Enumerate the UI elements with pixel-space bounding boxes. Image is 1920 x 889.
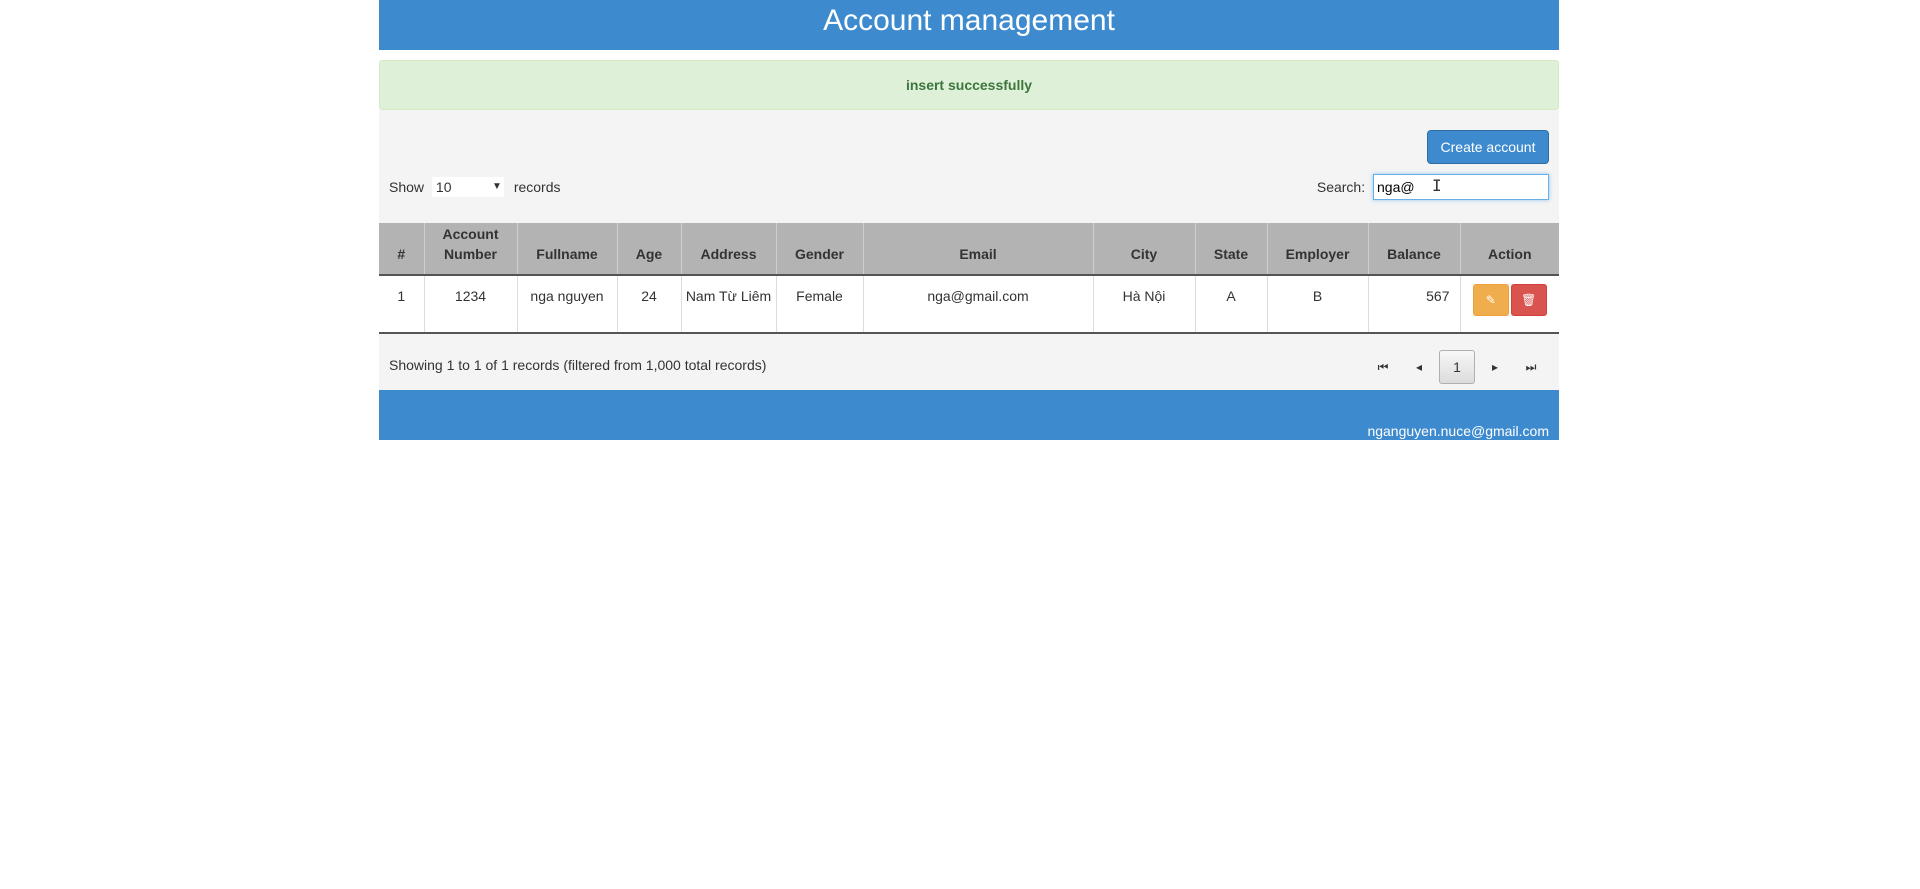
cell-city: Hà Nội: [1092, 275, 1195, 334]
table-row: 1 1234 nga nguyen 24 Nam Từ Liêm Female …: [379, 275, 1559, 334]
records-label: records: [513, 179, 561, 195]
page-button-current[interactable]: 1: [1439, 350, 1475, 384]
last-page-icon[interactable]: ⏭: [1513, 350, 1549, 384]
create-account-button[interactable]: Create account: [1427, 130, 1549, 164]
column-header-index[interactable]: #: [379, 223, 424, 276]
chevron-down-icon: ▼: [492, 181, 502, 192]
text-cursor-icon: I: [1432, 176, 1442, 195]
cell-action: ✎ 🗑: [1459, 275, 1559, 334]
column-header-email[interactable]: Email: [862, 223, 1093, 276]
page-title: Account management: [823, 4, 1115, 37]
column-header-account-number[interactable]: Account Number: [423, 223, 517, 276]
column-header-gender[interactable]: Gender: [775, 223, 863, 276]
page-header: Account management: [379, 0, 1559, 50]
cell-balance: 567: [1367, 275, 1460, 334]
cell-gender: Female: [775, 275, 863, 334]
page-length-control: Show 10 ▼ records: [389, 177, 561, 197]
column-header-city[interactable]: City: [1092, 223, 1195, 276]
column-header-address[interactable]: Address: [680, 223, 776, 276]
cell-employer: B: [1266, 275, 1368, 334]
cell-account-number: 1234: [423, 275, 517, 334]
column-header-age[interactable]: Age: [616, 223, 681, 276]
column-header-state[interactable]: State: [1194, 223, 1267, 276]
search-label: Search:: [1316, 179, 1366, 195]
success-alert: insert successfully: [379, 60, 1559, 110]
page-footer: nganguyen.nuce@gmail.com: [379, 390, 1559, 440]
first-page-icon[interactable]: ⏮: [1365, 350, 1401, 384]
column-header-action: Action: [1459, 223, 1559, 276]
page: Account management insert successfully C…: [379, 0, 1559, 440]
column-header-balance[interactable]: Balance: [1367, 223, 1460, 276]
cell-state: A: [1194, 275, 1267, 334]
cell-fullname: nga nguyen: [516, 275, 617, 334]
table-header-row: # Account Number Fullname Age Address Ge…: [379, 223, 1559, 276]
delete-button[interactable]: 🗑: [1510, 284, 1547, 316]
show-label: Show: [389, 179, 425, 195]
trash-icon: 🗑: [1521, 293, 1537, 307]
column-header-fullname[interactable]: Fullname: [516, 223, 617, 276]
page-length-value: 10: [435, 179, 452, 195]
search-input[interactable]: [1373, 174, 1549, 200]
edit-button[interactable]: ✎: [1472, 284, 1509, 316]
edit-icon: ✎: [1485, 293, 1496, 307]
page-length-select[interactable]: 10 ▼: [431, 177, 504, 197]
prev-page-icon[interactable]: ◂: [1401, 350, 1437, 384]
table-info-text: Showing 1 to 1 of 1 records (filtered fr…: [389, 357, 767, 373]
cell-age: 24: [616, 275, 681, 334]
pagination: ⏮ ◂ 1 ▸ ⏭: [1365, 350, 1549, 384]
cell-email: nga@gmail.com: [862, 275, 1093, 334]
next-page-icon[interactable]: ▸: [1477, 350, 1513, 384]
accounts-panel: Create account Show 10 ▼ records Search:…: [379, 110, 1559, 390]
footer-email: nganguyen.nuce@gmail.com: [1367, 423, 1549, 439]
cell-address: Nam Từ Liêm: [680, 275, 776, 334]
accounts-table: # Account Number Fullname Age Address Ge…: [379, 223, 1559, 334]
cell-index: 1: [379, 275, 424, 334]
column-header-employer[interactable]: Employer: [1266, 223, 1368, 276]
